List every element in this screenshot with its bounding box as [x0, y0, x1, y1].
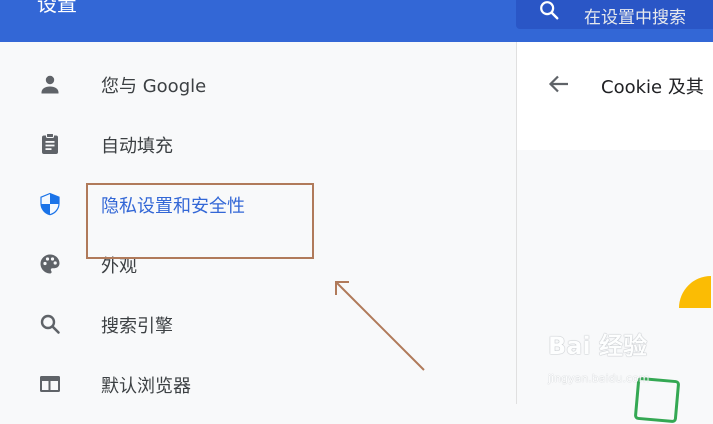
browser-icon	[40, 376, 60, 392]
search-input[interactable]: 在设置中搜索	[584, 3, 686, 28]
watermark-logo: Bai 经验	[548, 332, 648, 360]
sidebar-item-search-engine[interactable]: 搜索引擎	[0, 294, 516, 354]
app-title: 设置	[37, 0, 77, 16]
sidebar-item-autofill[interactable]: 自动填充	[0, 114, 516, 174]
sidebar-item-default-browser[interactable]: 默认浏览器	[0, 354, 516, 414]
palette-icon	[40, 254, 60, 274]
search-icon	[540, 1, 559, 20]
watermark-url: jingyan.baidu.com	[548, 372, 650, 385]
content-body	[517, 150, 713, 423]
app-header: 设置 在设置中搜索	[0, 0, 713, 42]
sidebar-item-you-and-google[interactable]: 您与 Google	[0, 54, 516, 114]
illustration-shape	[679, 276, 711, 308]
content-header: Cookie 及其	[517, 42, 713, 151]
sidebar-item-label: 您与 Google	[101, 76, 207, 97]
clipboard-icon	[42, 133, 58, 154]
annotation-arrow	[335, 281, 425, 371]
shield-icon	[40, 192, 60, 216]
sidebar-item-label: 自动填充	[101, 136, 173, 157]
person-icon	[41, 75, 59, 94]
search-box[interactable]: 在设置中搜索	[516, 0, 713, 29]
search-icon	[40, 314, 60, 334]
sidebar-item-label: 搜索引擎	[101, 316, 173, 337]
annotation-highlight-box	[86, 183, 314, 259]
back-arrow-icon[interactable]	[547, 72, 571, 96]
sidebar-item-label: 默认浏览器	[101, 376, 191, 397]
page-title: Cookie 及其	[601, 77, 704, 98]
